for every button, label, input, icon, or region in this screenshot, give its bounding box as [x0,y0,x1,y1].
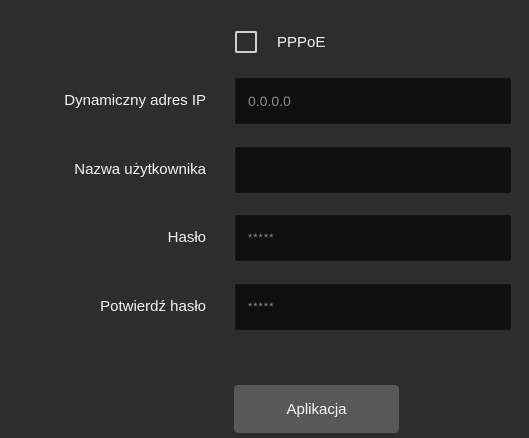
confirm-password-input[interactable] [235,284,511,330]
apply-button[interactable]: Aplikacja [234,385,399,433]
username-input[interactable] [235,147,511,193]
pppoe-label: PPPoE [277,33,326,51]
username-row: Nazwa użytkownika [0,147,529,193]
pppoe-checkbox[interactable] [235,31,257,53]
dynamic-ip-label: Dynamiczny adres IP [64,92,206,109]
password-input[interactable] [235,215,511,261]
pppoe-settings-panel: PPPoE Dynamiczny adres IP Nazwa użytkown… [0,0,529,438]
password-row: Hasło [0,215,529,261]
password-label: Hasło [167,229,206,246]
pppoe-toggle-row: PPPoE [235,28,325,56]
confirm-password-label: Potwierdź hasło [100,298,206,315]
dynamic-ip-input[interactable] [235,78,511,124]
username-label: Nazwa użytkownika [74,161,206,178]
confirm-password-row: Potwierdź hasło [0,284,529,330]
dynamic-ip-row: Dynamiczny adres IP [0,78,529,124]
